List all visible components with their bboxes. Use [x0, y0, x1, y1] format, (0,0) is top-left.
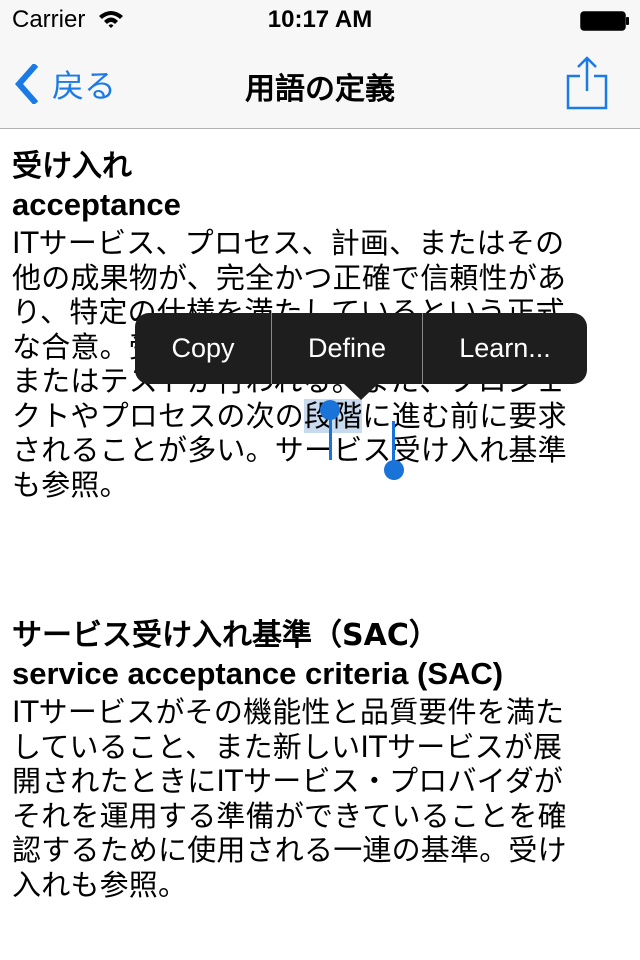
navigation-bar: 戻る 用語の定義	[0, 40, 640, 128]
term-english: service acceptance criteria (SAC)	[12, 656, 504, 691]
glossary-entry: サービス受け入れ基準（SAC） service acceptance crite…	[12, 617, 622, 902]
status-bar: Carrier 10:17 AM	[0, 0, 640, 40]
screen: Carrier 10:17 AM 戻る 用語の定義 受け入れ acceptanc…	[0, 0, 640, 960]
term-japanese: サービス受け入れ基準（SAC）	[12, 618, 439, 653]
definition-line: 入れも参照。	[12, 867, 188, 902]
selection-start-handle[interactable]	[320, 400, 340, 420]
text-before-selection: クトやプロセスの次の	[12, 398, 305, 433]
definition-line: 他の成果物が、完全かつ正確で信頼性があ	[12, 260, 567, 295]
definition-line: していること、また新しいITサービスが展	[12, 729, 563, 764]
menu-pointer-arrow	[343, 383, 379, 400]
selection-end-handle[interactable]	[384, 460, 404, 480]
definition-line: クトやプロセスの次の段階に進む前に要求	[12, 398, 624, 434]
share-icon[interactable]	[566, 54, 608, 110]
learn-menu-item[interactable]: Learn...	[422, 313, 587, 384]
term-english: acceptance	[12, 187, 181, 222]
definition-line: 開されたときにITサービス・プロバイダが	[12, 764, 564, 798]
copy-menu-item[interactable]: Copy	[135, 313, 271, 384]
top-chrome: Carrier 10:17 AM 戻る 用語の定義	[0, 0, 640, 129]
definition-content: 受け入れ acceptance ITサービス、プロセス、計画、またはその 他の成…	[12, 148, 622, 902]
definition-line: ITサービスがその機能性と品質要件を満た	[12, 695, 565, 729]
entry-spacer	[12, 502, 622, 617]
definition-line: 認するために使用される一連の基準。受け	[12, 833, 567, 867]
definition-line: それを運用する準備ができていることを確	[12, 798, 567, 833]
term-definition[interactable]: ITサービスがその機能性と品質要件を満た していること、また新しいITサービスが…	[12, 695, 624, 902]
term-japanese: 受け入れ	[12, 149, 132, 184]
definition-line: も参照。	[12, 467, 129, 502]
definition-line: ITサービス、プロセス、計画、またはその	[12, 226, 565, 260]
battery-full-icon	[580, 11, 629, 31]
page-title: 用語の定義	[245, 72, 395, 107]
edit-menu: Copy Define Learn...	[135, 313, 587, 400]
define-menu-item[interactable]: Define	[271, 313, 422, 384]
definition-line: されることが多い。サービス受け入れ基準	[12, 433, 567, 467]
status-time: 10:17 AM	[267, 6, 373, 33]
